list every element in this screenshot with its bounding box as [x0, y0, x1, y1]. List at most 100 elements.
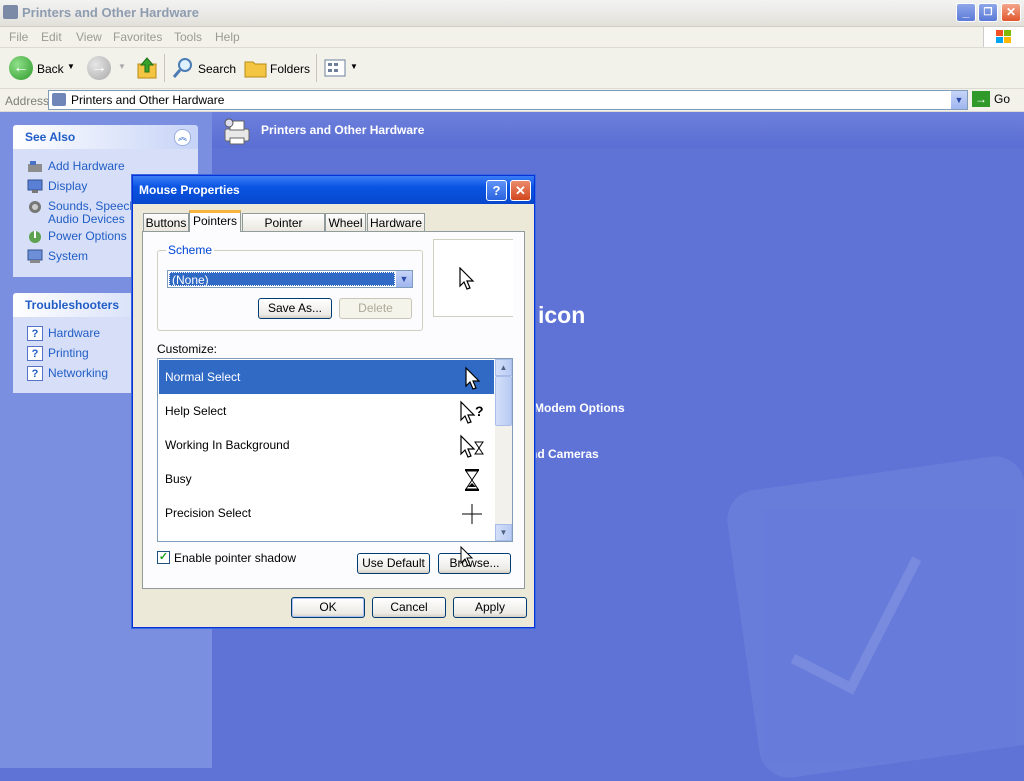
pointer-name: Busy [165, 472, 192, 486]
enable-shadow-label[interactable]: Enable pointer shadow [174, 551, 296, 565]
power-options-icon [27, 229, 43, 244]
delete-button[interactable]: Delete [339, 298, 412, 319]
link-troubleshoot-printing[interactable]: Printing [48, 347, 89, 360]
troubleshooters-title: Troubleshooters [25, 298, 120, 312]
pointers-tab-page: Scheme (None) ▼ Save As... Delete Custom… [142, 231, 525, 589]
folders-icon[interactable] [244, 57, 268, 79]
help-select-cursor-icon: ? [460, 400, 484, 424]
link-display[interactable]: Display [48, 180, 87, 193]
list-item[interactable]: Working In Background [159, 428, 494, 462]
folder-window-icon [3, 5, 18, 19]
svg-text:?: ? [475, 403, 484, 419]
dialog-titlebar[interactable]: Mouse Properties ? ✕ [133, 176, 534, 204]
list-item[interactable]: Busy [159, 462, 494, 496]
dialog-help-button[interactable]: ? [486, 180, 507, 201]
dialog-close-button[interactable]: ✕ [510, 180, 531, 201]
help-question-icon: ? [27, 326, 43, 341]
link-troubleshoot-networking[interactable]: Networking [48, 367, 108, 380]
browse-button[interactable]: Browse... [438, 553, 511, 574]
cancel-button[interactable]: Cancel [372, 597, 446, 618]
tab-hardware[interactable]: Hardware [367, 213, 425, 231]
save-as-button[interactable]: Save As... [258, 298, 332, 319]
pointer-list-scrollbar[interactable]: ▲ ▼ [495, 359, 512, 541]
pick-icon-heading-fragment: icon [538, 302, 586, 328]
menu-edit[interactable]: Edit [41, 30, 62, 44]
printer-icon [221, 118, 253, 146]
folders-button-label[interactable]: Folders [270, 62, 310, 76]
back-dropdown-icon[interactable]: ▼ [67, 62, 75, 71]
menu-help[interactable]: Help [215, 30, 240, 44]
forward-dropdown-icon[interactable]: ▼ [118, 62, 126, 71]
scroll-thumb[interactable] [495, 376, 512, 426]
category-phone-modem-fragment[interactable]: Modem Options [534, 401, 625, 415]
menu-favorites[interactable]: Favorites [113, 30, 162, 44]
menu-tools[interactable]: Tools [174, 30, 202, 44]
address-dropdown-icon[interactable]: ▼ [951, 91, 967, 109]
scheme-value: (None) [169, 272, 395, 287]
menu-bar: File Edit View Favorites Tools Help [0, 27, 1024, 48]
scheme-label: Scheme [166, 243, 215, 257]
forward-arrow-icon[interactable]: → [87, 56, 111, 80]
list-item[interactable]: Precision Select [159, 496, 494, 530]
views-dropdown-icon[interactable]: ▼ [350, 62, 358, 71]
apply-button[interactable]: Apply [453, 597, 527, 618]
address-bar: Address Printers and Other Hardware ▼ → G… [0, 89, 1024, 112]
list-item[interactable]: Help Select ? [159, 394, 494, 428]
tab-pointers[interactable]: Pointers [189, 210, 241, 232]
back-arrow-icon[interactable]: ← [9, 56, 33, 80]
search-icon[interactable] [171, 56, 195, 80]
pointer-name: Precision Select [165, 506, 252, 520]
working-background-cursor-icon [460, 434, 484, 458]
add-hardware-icon [27, 159, 43, 174]
scroll-up-icon[interactable]: ▲ [495, 359, 512, 376]
pointer-name: Help Select [165, 404, 227, 418]
address-input[interactable]: Printers and Other Hardware ▼ [48, 90, 968, 110]
mouse-pointer-icon [460, 546, 474, 567]
up-folder-icon[interactable] [136, 56, 158, 80]
restore-button[interactable]: ❐ [978, 3, 998, 22]
ok-button[interactable]: OK [291, 597, 365, 618]
explorer-titlebar[interactable]: Printers and Other Hardware _ ❐ ✕ [0, 0, 1024, 27]
list-item[interactable]: Normal Select [159, 360, 494, 394]
see-also-title: See Also [25, 130, 76, 144]
speaker-icon [27, 199, 43, 214]
pointer-list[interactable]: Normal Select Help Select ? Working In B… [157, 358, 513, 542]
close-button[interactable]: ✕ [1001, 3, 1021, 22]
standard-toolbar: ← Back ▼ → ▼ Search Folders ▼ [0, 48, 1024, 89]
menu-view[interactable]: View [76, 30, 102, 44]
tab-pointer-options[interactable]: Pointer Options [242, 213, 325, 248]
see-also-header[interactable]: See Also ︽ [13, 125, 198, 149]
display-icon [27, 179, 43, 194]
scroll-down-icon[interactable]: ▼ [495, 524, 512, 541]
arrow-cursor-icon [459, 267, 475, 290]
category-scanners-cameras-fragment[interactable]: nd Cameras [530, 447, 599, 461]
system-icon [27, 249, 43, 264]
arrow-cursor-icon [465, 366, 481, 390]
hourglass-icon [465, 469, 479, 491]
menu-file[interactable]: File [9, 30, 28, 44]
address-value: Printers and Other Hardware [71, 93, 225, 107]
views-icon[interactable] [324, 59, 348, 77]
printer-folder-icon [52, 93, 66, 106]
help-question-icon: ? [27, 346, 43, 361]
tab-wheel[interactable]: Wheel [325, 213, 366, 231]
pointer-preview [433, 239, 513, 317]
scheme-select[interactable]: (None) ▼ [167, 270, 413, 288]
use-default-button[interactable]: Use Default [357, 553, 430, 574]
link-system[interactable]: System [48, 250, 88, 263]
crosshair-icon [462, 504, 482, 524]
tab-buttons[interactable]: Buttons [143, 213, 189, 231]
collapse-chevron-icon[interactable]: ︽ [174, 129, 191, 146]
toolbar-separator [164, 54, 165, 82]
address-label: Address [5, 94, 50, 108]
minimize-button[interactable]: _ [956, 3, 976, 22]
search-button-label[interactable]: Search [198, 62, 236, 76]
enable-shadow-checkbox[interactable]: ✓ [157, 551, 170, 564]
link-troubleshoot-hardware[interactable]: Hardware [48, 327, 100, 340]
link-audio-devices[interactable]: Audio Devices [48, 213, 125, 226]
go-button[interactable]: → Go [972, 91, 1010, 107]
link-add-hardware[interactable]: Add Hardware [48, 160, 125, 173]
back-button-label[interactable]: Back [37, 62, 64, 76]
chevron-down-icon[interactable]: ▼ [396, 271, 412, 287]
link-power-options[interactable]: Power Options [48, 230, 127, 243]
